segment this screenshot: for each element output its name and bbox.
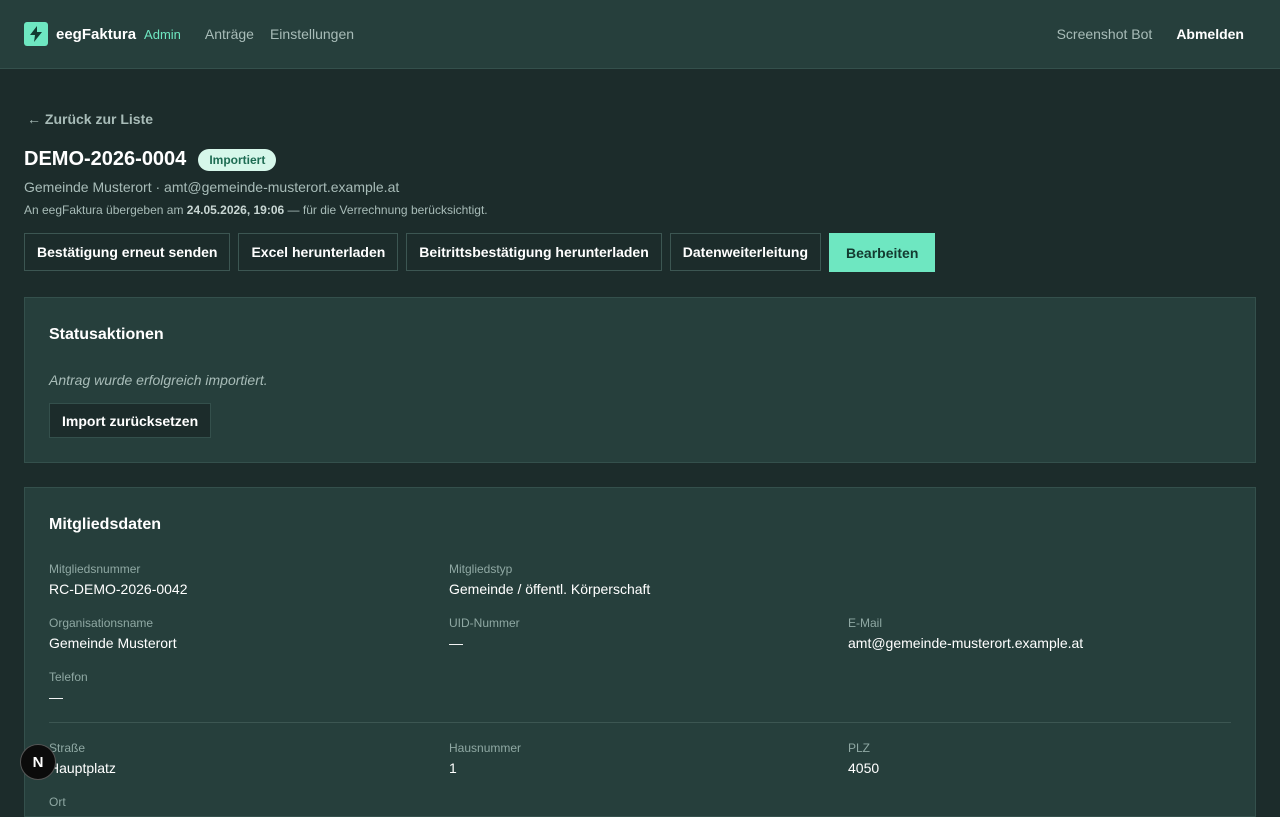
field-member-number: Mitgliedsnummer RC-DEMO-2026-0042	[49, 562, 188, 597]
field-label: Organisationsname	[49, 616, 154, 630]
status-badge: Importiert	[198, 148, 277, 171]
data-forwarding-button[interactable]: Datenweiterleitung	[669, 233, 822, 271]
nav-link-einstellungen[interactable]: Einstellungen	[270, 26, 354, 42]
back-to-list-link[interactable]: ← Zurück zur Liste	[27, 111, 153, 127]
field-value: 1	[449, 760, 457, 776]
status-actions-panel: Statusaktionen Antrag wurde erfolgreich …	[24, 297, 1256, 463]
brand-name[interactable]: eegFaktura	[56, 26, 136, 43]
action-button-row: Bestätigung erneut senden Excel herunter…	[24, 233, 943, 272]
field-uid-number: UID-Nummer —	[449, 616, 520, 651]
field-postal-code: PLZ 4050	[848, 741, 879, 776]
field-value: RC-DEMO-2026-0042	[49, 581, 188, 597]
field-label: PLZ	[848, 741, 871, 755]
page-subtitle: Gemeinde Musterort · amt@gemeinde-muster…	[24, 179, 400, 195]
field-value: Gemeinde Musterort	[49, 635, 177, 651]
download-excel-button[interactable]: Excel herunterladen	[238, 233, 399, 271]
field-label: E-Mail	[848, 616, 883, 630]
field-house-number: Hausnummer 1	[449, 741, 521, 776]
field-city: Ort	[49, 795, 66, 814]
field-street: Straße Hauptplatz	[49, 741, 116, 776]
field-value: —	[49, 689, 63, 705]
field-label: Ort	[49, 795, 66, 809]
top-navigation-bar: eegFaktura Admin Anträge Einstellungen S…	[0, 0, 1280, 69]
field-label: Telefon	[49, 670, 88, 684]
field-value: amt@gemeinde-musterort.example.at	[848, 635, 1084, 651]
field-label: Straße	[49, 741, 86, 755]
role-label: Admin	[144, 26, 181, 42]
lightning-bolt-icon[interactable]	[24, 22, 48, 46]
download-membership-confirmation-button[interactable]: Beitrittsbestätigung herunterladen	[406, 233, 662, 271]
section-divider	[49, 722, 1231, 723]
current-user-name: Screenshot Bot	[1056, 26, 1153, 42]
resend-confirmation-button[interactable]: Bestätigung erneut senden	[24, 233, 231, 271]
field-label: UID-Nummer	[449, 616, 520, 630]
field-email: E-Mail amt@gemeinde-musterort.example.at	[848, 616, 1083, 651]
page-title: DEMO-2026-0004	[24, 148, 187, 170]
field-organisation-name: Organisationsname Gemeinde Musterort	[49, 616, 177, 651]
status-actions-title: Statusaktionen	[49, 326, 164, 343]
member-data-panel: Mitgliedsdaten Mitgliedsnummer RC-DEMO-2…	[24, 487, 1256, 817]
field-phone: Telefon —	[49, 670, 88, 705]
member-data-title: Mitgliedsdaten	[49, 516, 162, 533]
field-value: 4050	[848, 760, 880, 776]
import-note-suffix: — für die Verrechnung berücksichtigt.	[284, 203, 488, 217]
field-member-type: Mitgliedstyp Gemeinde / öffentl. Körpers…	[449, 562, 650, 597]
field-label: Mitgliedstyp	[449, 562, 513, 576]
field-value: —	[449, 635, 463, 651]
import-note-date: 24.05.2026, 19:06	[186, 203, 285, 217]
status-message: Antrag wurde erfolgreich importiert.	[49, 372, 268, 388]
field-label: Mitgliedsnummer	[49, 562, 141, 576]
reset-import-button[interactable]: Import zurücksetzen	[49, 403, 212, 438]
field-label: Hausnummer	[449, 741, 522, 755]
field-value: Gemeinde / öffentl. Körperschaft	[449, 581, 651, 597]
edit-button[interactable]: Bearbeiten	[829, 233, 936, 272]
nav-link-antraege[interactable]: Anträge	[205, 26, 254, 42]
import-note: An eegFaktura übergeben am 24.05.2026, 1…	[24, 203, 488, 217]
page-title-row: DEMO-2026-0004 Importiert	[24, 148, 277, 171]
field-value: Hauptplatz	[49, 760, 116, 776]
dev-tools-badge[interactable]: N	[20, 744, 56, 780]
import-note-prefix: An eegFaktura übergeben am	[24, 203, 187, 217]
logout-button[interactable]: Abmelden	[1176, 26, 1244, 42]
